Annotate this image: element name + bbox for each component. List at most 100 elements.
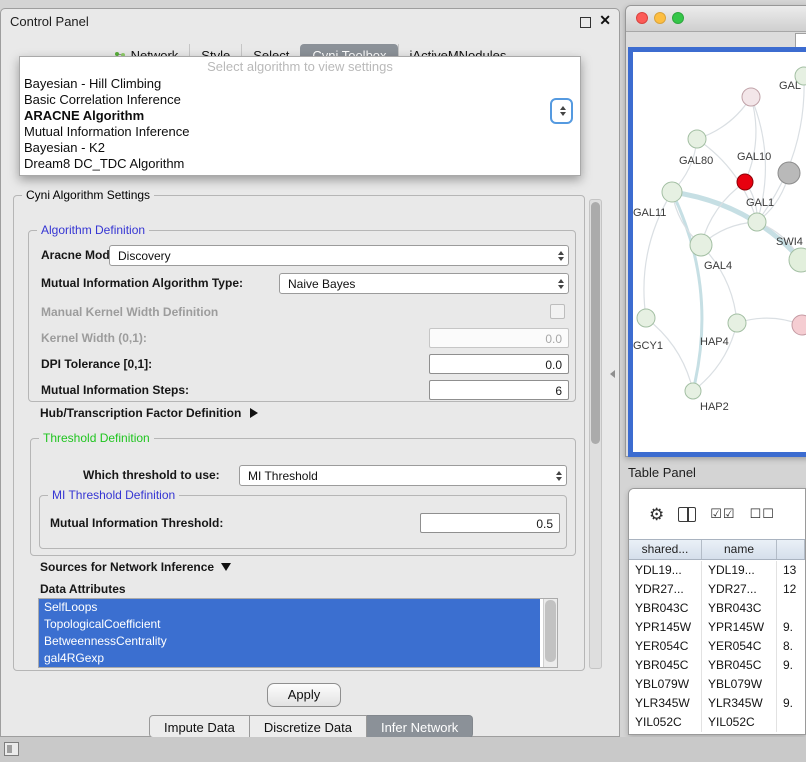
node-label: GAL11 (633, 207, 666, 219)
dropdown-item[interactable]: ARACNE Algorithm (20, 108, 580, 124)
expand-right-icon (250, 408, 258, 418)
algorithm-definition-group: Algorithm Definition Aracne Mode: Discov… (28, 230, 576, 402)
node-label: HAP4 (700, 336, 729, 348)
columns-icon[interactable] (678, 507, 696, 522)
table-row[interactable]: YBL079W YBL079W (629, 675, 805, 694)
sources-expander[interactable]: Sources for Network Inference (40, 560, 231, 574)
dropdown-item[interactable]: Bayesian - K2 (20, 140, 580, 156)
cell-name: YLR345W (702, 694, 777, 713)
algorithm-definition-title: Algorithm Definition (37, 223, 149, 237)
algorithm-combobox-arrow[interactable] (550, 98, 573, 124)
table-row[interactable]: YBR043C YBR043C (629, 599, 805, 618)
bottom-tab[interactable]: Infer Network (367, 715, 473, 738)
unchecked-boxes-icon[interactable]: ☐☐ (750, 506, 775, 522)
table-header: shared...name (629, 539, 805, 560)
cell-name: YDR27... (702, 580, 777, 599)
network-node[interactable] (737, 174, 753, 190)
minimize-traffic-light[interactable] (654, 12, 666, 24)
node-label: GAL80 (679, 155, 713, 167)
mi-algorithm-type-label: Mutual Information Algorithm Type: (41, 276, 243, 290)
network-canvas[interactable]: GALGAL80GAL10GAL11GAL1SWI4GAL4GCY1HAP4HA… (628, 47, 806, 457)
cell-value (777, 599, 805, 618)
scrollbar-thumb[interactable] (545, 600, 556, 662)
zoom-traffic-light[interactable] (672, 12, 684, 24)
manual-kernel-width-checkbox[interactable] (550, 304, 565, 319)
network-node[interactable] (778, 162, 800, 184)
float-window-icon[interactable] (580, 17, 591, 28)
cell-shared-name: YLR345W (629, 694, 702, 713)
table-row[interactable]: YLR345W YLR345W 9. (629, 694, 805, 713)
cell-name: YDL19... (702, 561, 777, 580)
aracne-mode-value: Discovery (118, 249, 171, 263)
which-threshold-combobox[interactable]: MI Threshold (239, 465, 567, 486)
dropdown-item[interactable]: Dream8 DC_TDC Algorithm (20, 156, 580, 172)
network-edge[interactable] (697, 97, 751, 139)
expand-down-icon (221, 563, 231, 571)
network-node[interactable] (685, 383, 701, 399)
combo-arrows-icon (556, 471, 562, 481)
cell-value: 13 (777, 561, 805, 580)
mi-algorithm-type-combobox[interactable]: Naive Bayes (279, 273, 569, 294)
table-row[interactable]: YIL052C YIL052C (629, 713, 805, 732)
bottom-tab[interactable]: Discretize Data (250, 715, 367, 738)
node-label: GAL4 (704, 260, 732, 272)
network-edge[interactable] (646, 318, 693, 391)
table-row[interactable]: YDR27... YDR27... 12 (629, 580, 805, 599)
apply-button[interactable]: Apply (267, 683, 341, 707)
sources-label: Sources for Network Inference (40, 560, 214, 574)
dpi-tolerance-label: DPI Tolerance [0,1]: (41, 357, 152, 371)
dropdown-item[interactable]: Bayesian - Hill Climbing (20, 76, 580, 92)
network-node[interactable] (690, 234, 712, 256)
table-toolbar: ⚙ ☑☑ ☐☐ (629, 489, 805, 539)
network-node[interactable] (728, 314, 746, 332)
network-edge[interactable] (672, 192, 702, 391)
collapsed-panel-icon[interactable] (4, 742, 19, 756)
cell-shared-name: YER054C (629, 637, 702, 656)
mi-threshold-field[interactable]: 0.5 (420, 513, 560, 533)
attribute-list-scrollbar[interactable] (543, 599, 557, 667)
data-attribute-item[interactable]: gal4RGexp (39, 650, 540, 667)
network-node[interactable] (792, 315, 806, 335)
bottom-tab[interactable]: Impute Data (149, 715, 250, 738)
network-node[interactable] (748, 213, 766, 231)
panel-splitter[interactable] (609, 368, 615, 380)
which-threshold-value: MI Threshold (248, 469, 318, 483)
node-label: GAL (779, 80, 801, 92)
close-traffic-light[interactable] (636, 12, 648, 24)
hub-definition-expander[interactable]: Hub/Transcription Factor Definition (40, 406, 258, 420)
kernel-width-field: 0.0 (429, 328, 569, 348)
scrollbar-thumb[interactable] (591, 202, 600, 444)
table-row[interactable]: YPR145W YPR145W 9. (629, 618, 805, 637)
settings-scrollbar[interactable] (589, 199, 602, 669)
table-header-cell[interactable]: name (702, 540, 777, 559)
mi-steps-field[interactable]: 6 (429, 380, 569, 400)
data-attribute-item[interactable]: BetweennessCentrality (39, 633, 540, 650)
data-attribute-item[interactable]: TopologicalCoefficient (39, 616, 540, 633)
table-header-cell[interactable] (777, 540, 805, 559)
dropdown-item[interactable]: Basic Correlation Inference (20, 92, 580, 108)
cell-name: YER054C (702, 637, 777, 656)
network-node[interactable] (688, 130, 706, 148)
network-node[interactable] (637, 309, 655, 327)
network-edge[interactable] (701, 245, 737, 323)
mi-steps-label: Mutual Information Steps: (41, 383, 189, 397)
cell-shared-name: YBL079W (629, 675, 702, 694)
table-header-cell[interactable]: shared... (629, 540, 702, 559)
data-attributes-label: Data Attributes (40, 582, 126, 596)
network-node[interactable] (662, 182, 682, 202)
close-icon[interactable]: ✕ (599, 12, 611, 29)
gear-icon[interactable]: ⚙ (649, 506, 664, 523)
dropdown-item[interactable]: Mutual Information Inference (20, 124, 580, 140)
network-node[interactable] (742, 88, 760, 106)
table-row[interactable]: YER054C YER054C 8. (629, 637, 805, 656)
network-edge[interactable] (745, 97, 756, 182)
dpi-tolerance-field[interactable]: 0.0 (429, 354, 569, 374)
cell-shared-name: YDL19... (629, 561, 702, 580)
table-row[interactable]: YBR045C YBR045C 9. (629, 656, 805, 675)
data-attribute-item[interactable]: SelfLoops (39, 599, 540, 616)
cell-shared-name: YBR045C (629, 656, 702, 675)
aracne-mode-combobox[interactable]: Discovery (109, 245, 569, 266)
checked-boxes-icon[interactable]: ☑☑ (710, 506, 735, 522)
node-label: GAL1 (746, 197, 774, 209)
table-row[interactable]: YDL19... YDL19... 13 (629, 561, 805, 580)
